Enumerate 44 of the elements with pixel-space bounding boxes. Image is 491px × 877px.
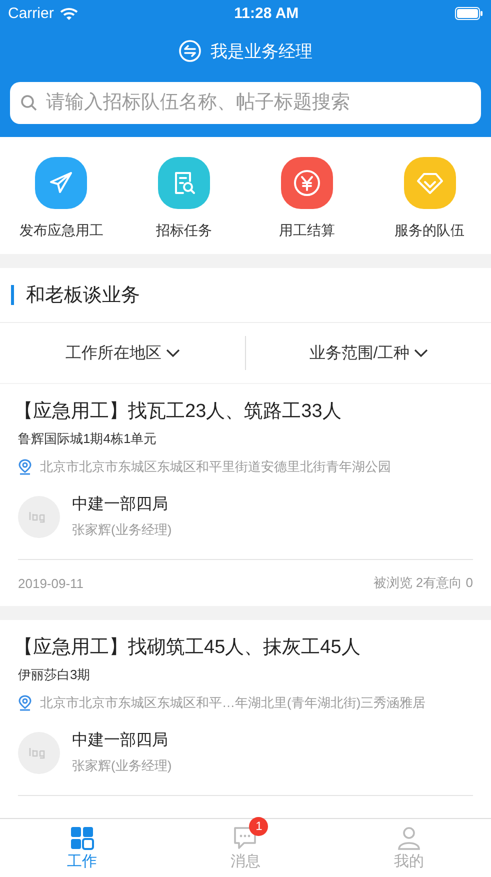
project-name: 伊丽莎白3期 <box>18 666 92 684</box>
shortcut-button[interactable]: 服务的队伍 <box>368 157 491 240</box>
search-field[interactable]: 请输入招标队伍名称、帖子标题搜索 <box>10 82 481 124</box>
avatar-icon <box>18 732 60 774</box>
address-text: 北京市北京市东城区东城区和平里街道安德里北街青年湖公园 <box>40 458 391 476</box>
person-icon <box>397 826 422 850</box>
tab-bar-item[interactable]: 1 消息 <box>164 819 328 877</box>
tab-bar-item[interactable]: 工作 <box>0 819 164 877</box>
yuan-coin-icon <box>292 169 321 197</box>
post-title: 【应急用工】找瓦工23人、筑路工33人 <box>14 400 342 424</box>
paper-plane-icon <box>48 170 74 196</box>
status-time: 11:28 AM <box>234 4 299 22</box>
carrier-label: Carrier <box>8 4 54 22</box>
unread-badge: 1 <box>249 816 268 836</box>
diamond-icon <box>416 170 444 196</box>
switch-icon[interactable] <box>178 40 200 62</box>
shortcut-button[interactable]: 发布应急用工 <box>0 157 123 240</box>
contact-name: 张家辉(业务经理) <box>72 757 172 775</box>
post-card[interactable]: 【应急用工】找砌筑工45人、抹灰工45人 伊丽莎白3期 北京市北京市东城区东城区和平…年湖北里(青年湖北街)三秀涵雅居 中建一部四局 张家辉(业务经理) <box>0 620 491 818</box>
chevron-down-icon <box>166 348 180 358</box>
company-name: 中建一部四局 <box>72 494 169 515</box>
shortcut-button[interactable]: 用工结算 <box>246 157 368 240</box>
address-text: 北京市北京市东城区东城区和平…年湖北里(青年湖北街)三秀涵雅居 <box>40 694 426 712</box>
filter-dropdown[interactable]: 工作所在地区 <box>0 323 245 383</box>
filter-dropdown[interactable]: 业务范围/工种 <box>246 323 491 383</box>
post-card[interactable]: 【应急用工】找瓦工23人、筑路工33人 鲁辉国际城1期4栋1单元 北京市北京市东城区东城区和平里街道安德里北街青年湖公园 中建一部四局 张家辉(业务经理) 2019-09-11 被浏览 2有意向 0 <box>0 384 491 606</box>
post-date: 2019-09-11 <box>18 576 84 590</box>
location-pin-icon <box>18 459 32 475</box>
shortcut-button[interactable]: 招标任务 <box>122 157 246 240</box>
wifi-icon <box>60 6 78 20</box>
section-title: 和老板谈业务 <box>26 284 140 308</box>
search-icon <box>20 94 38 112</box>
contact-name: 张家辉(业务经理) <box>72 521 172 539</box>
chevron-down-icon <box>414 348 428 358</box>
project-name: 鲁辉国际城1期4栋1单元 <box>18 430 158 448</box>
avatar-icon <box>18 496 60 538</box>
location-pin-icon <box>18 695 32 711</box>
grid-icon <box>70 826 94 850</box>
post-title: 【应急用工】找砌筑工45人、抹灰工45人 <box>14 636 362 660</box>
company-name: 中建一部四局 <box>72 730 169 751</box>
battery-icon <box>454 6 483 20</box>
post-stats: 被浏览 2有意向 0 <box>373 574 473 592</box>
chat-bubble-icon <box>232 826 258 850</box>
role-title: 我是业务经理 <box>210 40 312 62</box>
